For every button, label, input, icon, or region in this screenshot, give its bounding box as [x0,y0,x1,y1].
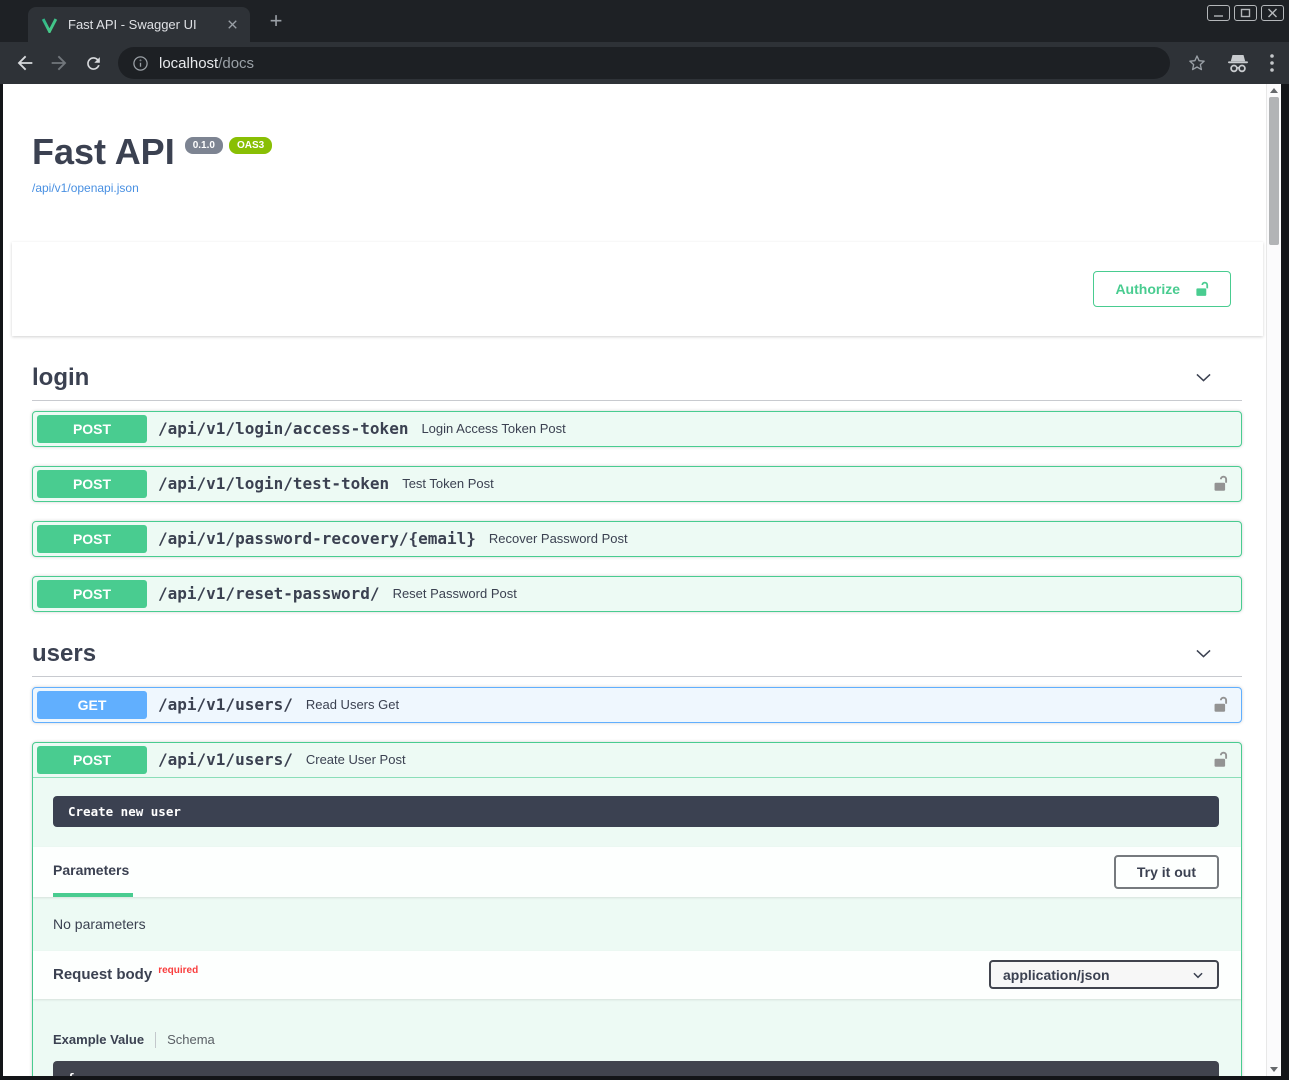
scroll-up-arrow[interactable] [1267,84,1281,97]
unlock-icon [1194,280,1209,298]
address-bar[interactable]: localhost/docs [118,47,1170,79]
reload-icon[interactable] [80,50,106,76]
minimize-button[interactable] [1207,5,1230,21]
try-it-out-button[interactable]: Try it out [1114,855,1219,889]
operation-path: /api/v1/reset-password/ [158,584,380,603]
operation-summary-text: Create User Post [306,752,406,767]
operation-summary[interactable]: POST /api/v1/reset-password/ Reset Passw… [33,577,1241,611]
media-type-value: application/json [1003,967,1110,983]
operation-path: /api/v1/password-recovery/{email} [158,529,476,548]
opblock: POST /api/v1/password-recovery/{email} R… [32,521,1242,557]
operation-summary-text: Login Access Token Post [421,421,565,436]
operation-summary-text: Recover Password Post [489,531,628,546]
page-scrollbar[interactable] [1266,84,1281,1076]
media-type-select[interactable]: application/json [989,960,1219,989]
maximize-button[interactable] [1234,5,1257,21]
chevron-down-icon[interactable] [1193,643,1214,664]
opblock: POST /api/v1/login/access-token Login Ac… [32,411,1242,447]
request-body-header: Request bodyrequired application/json [33,951,1241,999]
operation-path: /api/v1/users/ [158,750,293,769]
url-path: /docs [218,55,254,72]
opblock-expanded: POST /api/v1/users/ Create User Post Cre… [32,742,1242,1076]
browser-menu-icon[interactable] [1269,53,1275,73]
swagger-page: Fast API 0.1.0 OAS3 /api/v1/openapi.json… [3,84,1266,1076]
method-badge: POST [37,580,147,608]
browser-window: Fast API - Swagger UI + [0,0,1289,1080]
scrollbar-thumb[interactable] [1269,97,1279,245]
operation-path: /api/v1/login/test-token [158,474,389,493]
back-icon[interactable] [12,50,38,76]
operation-summary[interactable]: GET /api/v1/users/ Read Users Get [33,688,1241,722]
authorize-label: Authorize [1115,281,1180,297]
select-chevron-icon [1191,968,1205,982]
operation-summary[interactable]: POST /api/v1/password-recovery/{email} R… [33,522,1241,556]
browser-toolbar: localhost/docs [0,42,1289,84]
url-host: localhost [159,55,218,72]
tag-name-login: login [32,364,1193,392]
operation-summary[interactable]: POST /api/v1/login/test-token Test Token… [33,467,1241,501]
authorize-button[interactable]: Authorize [1093,271,1231,307]
tab-schema[interactable]: Schema [167,1032,215,1047]
version-badge: 0.1.0 [185,137,223,154]
site-info-icon[interactable] [132,55,149,72]
method-badge: POST [37,746,147,774]
method-badge: POST [37,415,147,443]
example-code-block[interactable]: { [53,1061,1219,1076]
operation-summary-text: Read Users Get [306,697,399,712]
operation-body: Create new user Parameters Try it out No… [33,796,1241,1076]
browser-tab[interactable]: Fast API - Swagger UI [28,7,250,42]
model-example: Example Value Schema { [33,999,1241,1076]
auth-lock-icon[interactable] [1212,750,1228,769]
tag-section-login: login POST /api/v1/login/access-token Lo… [32,358,1242,612]
tab-example-value[interactable]: Example Value [53,1032,144,1047]
close-button[interactable] [1261,5,1284,21]
parameters-tab[interactable]: Parameters [53,847,133,897]
scheme-container: Authorize [12,242,1263,336]
window-controls [1207,5,1284,21]
bookmark-star-icon[interactable] [1187,53,1207,73]
titlebar: Fast API - Swagger UI + [0,0,1289,42]
incognito-icon [1226,53,1250,74]
auth-lock-icon[interactable] [1212,474,1228,493]
operation-path: /api/v1/users/ [158,695,293,714]
page-title: Fast API [32,132,175,172]
favicon-icon [41,17,58,33]
tab-close-icon[interactable] [222,15,242,35]
scroll-down-arrow[interactable] [1267,1063,1281,1076]
method-badge: POST [37,470,147,498]
operation-summary-text: Reset Password Post [393,586,517,601]
operation-description: Create new user [53,796,1219,827]
new-tab-button[interactable]: + [263,8,289,34]
required-flag: required [158,965,198,976]
tab-separator [155,1032,156,1048]
tag-section-users: users GET /api/v1/users/ Read Users Get [32,634,1242,1076]
tag-name-users: users [32,640,1193,668]
request-body-title: Request bodyrequired [53,966,198,983]
opblock: POST /api/v1/reset-password/ Reset Passw… [32,576,1242,612]
parameters-header: Parameters Try it out [33,847,1241,897]
auth-lock-icon[interactable] [1212,695,1228,714]
operation-summary[interactable]: POST /api/v1/users/ Create User Post [33,743,1241,778]
operation-summary-text: Test Token Post [402,476,494,491]
operation-path: /api/v1/login/access-token [158,419,408,438]
url-text[interactable]: localhost/docs [159,55,254,72]
forward-icon[interactable] [46,50,72,76]
oas3-badge: OAS3 [229,137,272,154]
openapi-spec-link[interactable]: /api/v1/openapi.json [32,181,139,195]
method-badge: GET [37,691,147,719]
chevron-down-icon[interactable] [1193,367,1214,388]
opblock: POST /api/v1/login/test-token Test Token… [32,466,1242,502]
api-info: Fast API 0.1.0 OAS3 /api/v1/openapi.json [32,132,1242,197]
no-parameters-text: No parameters [33,897,1241,951]
opblock: GET /api/v1/users/ Read Users Get [32,687,1242,723]
operation-summary[interactable]: POST /api/v1/login/access-token Login Ac… [33,412,1241,446]
tab-title: Fast API - Swagger UI [68,17,218,32]
method-badge: POST [37,525,147,553]
